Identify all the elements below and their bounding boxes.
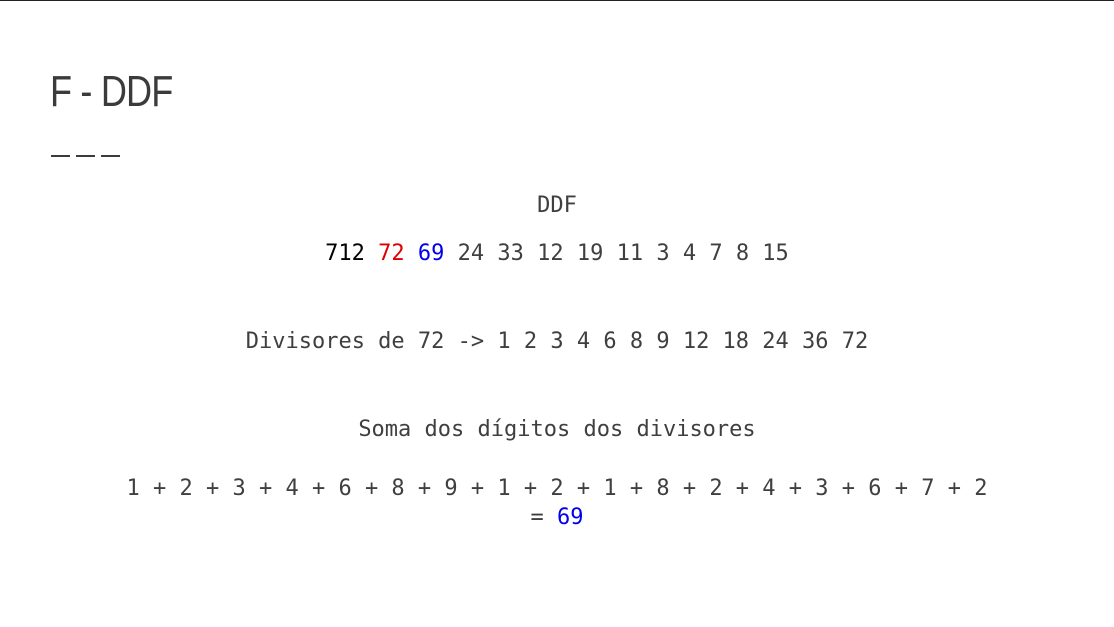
underline-dash <box>51 155 70 157</box>
result-value: 69 <box>557 505 584 530</box>
sequence-first-number: 712 <box>325 241 365 266</box>
digit-sum-result: = 69 <box>0 503 1114 532</box>
digit-sum-expression: 1 + 2 + 3 + 4 + 6 + 8 + 9 + 1 + 2 + 1 + … <box>126 476 988 501</box>
divisors-line: Divisores de 72 -> 1 2 3 4 6 8 9 12 18 2… <box>245 329 869 354</box>
slide: F - DDF DDF 712 72 69 24 33 12 19 11 3 4… <box>0 0 1114 627</box>
slide-title: F - DDF <box>50 67 173 116</box>
sequence-highlight-blue: 69 <box>417 241 445 266</box>
equals-sign: = <box>530 505 544 530</box>
underline-dash <box>76 155 95 157</box>
underline-dash <box>101 155 120 157</box>
sequence-rest: 24 33 12 19 11 3 4 7 8 15 <box>457 241 789 266</box>
sequence-highlight-red: 72 <box>378 241 405 266</box>
title-underline <box>51 155 120 157</box>
section-heading: DDF <box>537 193 577 218</box>
number-sequence: 712 72 69 24 33 12 19 11 3 4 7 8 15 <box>0 239 1114 268</box>
digit-sum-heading: Soma dos dígitos dos divisores <box>358 417 756 442</box>
